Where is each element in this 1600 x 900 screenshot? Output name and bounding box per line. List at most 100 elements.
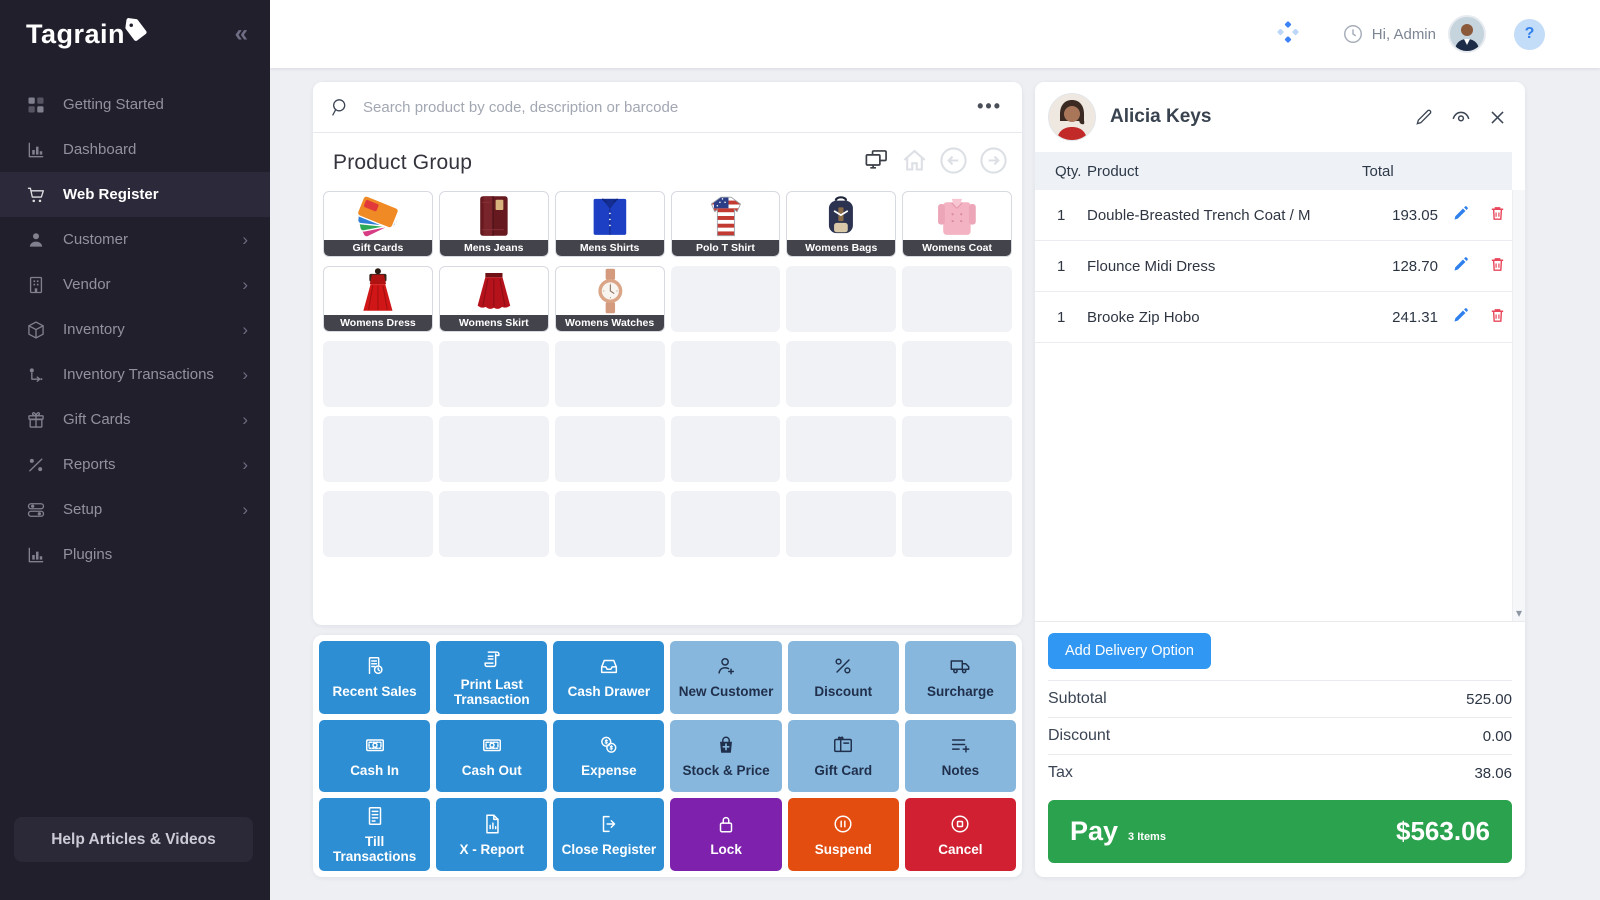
new-customer-button[interactable]: New Customer xyxy=(670,641,781,714)
sidebar-item-dashboard[interactable]: Dashboard xyxy=(0,127,270,172)
sidebar-item-gift-cards[interactable]: Gift Cards› xyxy=(0,397,270,442)
cash-icon xyxy=(481,734,503,756)
page-title: Product Group xyxy=(333,151,863,175)
total-label: Subtotal xyxy=(1048,690,1107,708)
product-tile-polo-t-shirt[interactable]: Polo T Shirt xyxy=(671,191,781,257)
total-row-subtotal: Subtotal525.00 xyxy=(1048,680,1512,717)
close-cart-icon[interactable] xyxy=(1488,108,1507,127)
empty-tile xyxy=(786,491,896,557)
sliders-icon xyxy=(26,499,46,521)
pay-button[interactable]: Pay 3 Items $563.06 xyxy=(1048,800,1512,863)
cash-drawer-button[interactable]: Cash Drawer xyxy=(553,641,664,714)
sidebar-item-label: Reports xyxy=(63,456,116,473)
view-customer-icon[interactable] xyxy=(1450,106,1472,128)
brand-name: Tagrain xyxy=(26,19,125,50)
product-tile-womens-watches[interactable]: Womens Watches xyxy=(555,266,665,332)
product-tile-womens-skirt[interactable]: Womens Skirt xyxy=(439,266,549,332)
delete-item-icon[interactable] xyxy=(1482,256,1512,277)
help-button[interactable]: ? xyxy=(1514,19,1545,50)
item-name: Flounce Midi Dress xyxy=(1087,258,1360,275)
transfer-icon xyxy=(26,364,46,386)
edit-item-icon[interactable] xyxy=(1438,256,1482,277)
exit-icon xyxy=(598,813,620,835)
home-icon[interactable] xyxy=(901,147,928,179)
action-label: Cancel xyxy=(938,842,982,857)
building-icon xyxy=(26,274,46,296)
till-transactions-button[interactable]: Till Transactions xyxy=(319,798,430,871)
sidebar-item-vendor[interactable]: Vendor› xyxy=(0,262,270,307)
empty-tile xyxy=(902,341,1012,407)
delete-item-icon[interactable] xyxy=(1482,307,1512,328)
giftcards-image xyxy=(324,192,432,240)
cash-out-button[interactable]: Cash Out xyxy=(436,720,547,793)
sidebar-item-setup[interactable]: Setup› xyxy=(0,487,270,532)
sidebar-item-reports[interactable]: Reports› xyxy=(0,442,270,487)
sidebar-item-label: Getting Started xyxy=(63,96,164,113)
gift-card-button[interactable]: Gift Card xyxy=(788,720,899,793)
polo-image xyxy=(672,192,780,240)
notes-button[interactable]: Notes xyxy=(905,720,1016,793)
empty-tile xyxy=(902,266,1012,332)
edit-item-icon[interactable] xyxy=(1438,205,1482,226)
sidebar-item-plugins[interactable]: Plugins xyxy=(0,532,270,577)
item-name: Brooke Zip Hobo xyxy=(1087,309,1360,326)
product-tile-womens-bags[interactable]: Womens Bags xyxy=(786,191,896,257)
apps-diamond-icon[interactable] xyxy=(1276,20,1300,49)
sidebar-item-customer[interactable]: Customer› xyxy=(0,217,270,262)
action-label: Cash Out xyxy=(462,763,522,778)
print-last-transaction-button[interactable]: Print Last Transaction xyxy=(436,641,547,714)
product-tile-mens-shirts[interactable]: Mens Shirts xyxy=(555,191,665,257)
stop-circle-icon xyxy=(949,813,971,835)
back-arrow-icon[interactable] xyxy=(939,146,968,180)
admin-avatar[interactable] xyxy=(1448,15,1486,53)
x-report-button[interactable]: X - Report xyxy=(436,798,547,871)
product-tile-womens-dress[interactable]: Womens Dress xyxy=(323,266,433,332)
sidebar-item-label: Setup xyxy=(63,501,102,518)
product-tile-mens-jeans[interactable]: Mens Jeans xyxy=(439,191,549,257)
coins-icon xyxy=(598,734,620,756)
user-greeting[interactable]: Hi, Admin xyxy=(1342,23,1436,45)
giftcard-icon xyxy=(832,734,854,756)
sidebar-item-inventory[interactable]: Inventory› xyxy=(0,307,270,352)
sidebar-item-getting-started[interactable]: Getting Started xyxy=(0,82,270,127)
add-delivery-option-button[interactable]: Add Delivery Option xyxy=(1048,633,1211,669)
product-tile-womens-coat[interactable]: Womens Coat xyxy=(902,191,1012,257)
stock-price-button[interactable]: Stock & Price xyxy=(670,720,781,793)
discount-button[interactable]: Discount xyxy=(788,641,899,714)
recent-sales-button[interactable]: Recent Sales xyxy=(319,641,430,714)
product-tile-label: Womens Watches xyxy=(556,315,664,331)
expense-button[interactable]: Expense xyxy=(553,720,664,793)
edit-item-icon[interactable] xyxy=(1438,307,1482,328)
item-name: Double-Breasted Trench Coat / M xyxy=(1087,207,1360,224)
help-articles-button[interactable]: Help Articles & Videos xyxy=(14,817,253,862)
product-tile-label: Mens Jeans xyxy=(440,240,548,256)
cancel-button[interactable]: Cancel xyxy=(905,798,1016,871)
truck-icon xyxy=(949,655,971,677)
surcharge-button[interactable]: Surcharge xyxy=(905,641,1016,714)
more-options-icon[interactable]: ••• xyxy=(977,103,1002,110)
product-tile-label: Womens Coat xyxy=(903,240,1011,256)
dual-display-icon[interactable] xyxy=(863,147,890,179)
edit-customer-icon[interactable] xyxy=(1414,107,1434,127)
search-input[interactable] xyxy=(363,99,965,116)
sidebar-item-label: Customer xyxy=(63,231,128,248)
tag-icon xyxy=(123,17,149,43)
item-total: 241.31 xyxy=(1360,309,1438,326)
product-tile-label: Polo T Shirt xyxy=(672,240,780,256)
sidebar-item-label: Gift Cards xyxy=(63,411,131,428)
actions-panel: Recent SalesPrint Last TransactionCash D… xyxy=(313,635,1022,877)
lock-button[interactable]: Lock xyxy=(670,798,781,871)
forward-arrow-icon[interactable] xyxy=(979,146,1008,180)
dress-image xyxy=(324,267,432,315)
cart-scrollbar[interactable]: ▾ xyxy=(1512,190,1525,621)
sidebar-collapse-icon[interactable]: « xyxy=(235,22,248,46)
sidebar-item-web-register[interactable]: Web Register xyxy=(0,172,270,217)
qty-column-header: Qty. xyxy=(1035,163,1087,180)
action-label: Surcharge xyxy=(927,684,994,699)
suspend-button[interactable]: Suspend xyxy=(788,798,899,871)
product-tile-gift-cards[interactable]: Gift Cards xyxy=(323,191,433,257)
sidebar-item-inventory-transactions[interactable]: Inventory Transactions› xyxy=(0,352,270,397)
close-register-button[interactable]: Close Register xyxy=(553,798,664,871)
delete-item-icon[interactable] xyxy=(1482,205,1512,226)
cash-in-button[interactable]: Cash In xyxy=(319,720,430,793)
